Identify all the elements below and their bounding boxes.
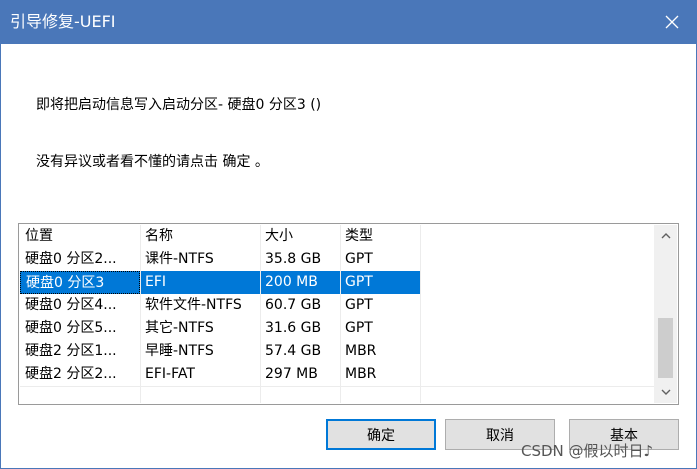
table-row[interactable]: 硬盘0 分区4... 软件文件-NTFS 60.7 GB GPT bbox=[20, 294, 654, 317]
partition-list-body: 位置 名称 大小 类型 硬盘0 分区2... 课件-NTFS 35.8 GB G… bbox=[20, 225, 654, 403]
cell-type: MBR bbox=[345, 343, 377, 359]
grid-line bbox=[140, 225, 141, 403]
message-line-2: 没有异议或者看不懂的请点击 确定 。 bbox=[36, 154, 269, 170]
list-header: 位置 名称 大小 类型 bbox=[20, 225, 654, 248]
cell-type: GPT bbox=[345, 320, 373, 336]
cell-type: GPT bbox=[345, 297, 373, 313]
column-header-size[interactable]: 大小 bbox=[260, 225, 340, 248]
cell-type: GPT bbox=[345, 251, 373, 267]
cell-size: 297 MB bbox=[265, 366, 318, 382]
cell-location: 硬盘0 分区2... bbox=[25, 251, 117, 267]
close-icon bbox=[665, 15, 679, 29]
cell-name: EFI-FAT bbox=[145, 366, 195, 382]
grid-line bbox=[340, 225, 341, 403]
close-button[interactable] bbox=[647, 0, 697, 44]
cell-name: 课件-NTFS bbox=[145, 251, 214, 267]
cell-location: 硬盘2 分区2... bbox=[25, 366, 117, 382]
cell-size: 200 MB bbox=[260, 271, 340, 294]
grid-line bbox=[20, 386, 654, 387]
window-title: 引导修复-UEFI bbox=[10, 12, 116, 31]
cell-type: GPT bbox=[340, 271, 420, 294]
grid-line bbox=[420, 225, 421, 403]
title-bar: 引导修复-UEFI bbox=[0, 0, 697, 44]
column-header-location[interactable]: 位置 bbox=[20, 225, 140, 248]
cell-size: 60.7 GB bbox=[265, 297, 322, 313]
column-header-type[interactable]: 类型 bbox=[340, 225, 420, 248]
cell-location: 硬盘0 分区3 bbox=[20, 271, 140, 294]
cell-type: MBR bbox=[345, 366, 377, 382]
cell-location: 硬盘0 分区4... bbox=[25, 297, 117, 313]
grid-line bbox=[260, 225, 261, 403]
cell-size: 31.6 GB bbox=[265, 320, 322, 336]
cell-location: 硬盘0 分区5... bbox=[25, 320, 117, 336]
watermark: CSDN @假以时日♪ bbox=[521, 442, 654, 460]
cell-name: 其它-NTFS bbox=[145, 320, 214, 336]
table-row[interactable]: 硬盘0 分区2... 课件-NTFS 35.8 GB GPT bbox=[20, 248, 654, 271]
column-header-name[interactable]: 名称 bbox=[140, 225, 260, 248]
cell-size: 35.8 GB bbox=[265, 251, 322, 267]
scroll-up-button[interactable] bbox=[654, 225, 677, 247]
chevron-down-icon bbox=[661, 389, 670, 395]
ok-button[interactable]: 确定 bbox=[326, 419, 436, 450]
cell-location: 硬盘2 分区1... bbox=[25, 343, 117, 359]
table-row[interactable]: 硬盘2 分区1... 早睡-NTFS 57.4 GB MBR bbox=[20, 340, 654, 363]
cell-name: EFI bbox=[140, 271, 260, 294]
cell-size: 57.4 GB bbox=[265, 343, 322, 359]
cell-name: 软件文件-NTFS bbox=[145, 297, 242, 313]
vertical-scrollbar[interactable] bbox=[654, 225, 677, 403]
partition-list[interactable]: 位置 名称 大小 类型 硬盘0 分区2... 课件-NTFS 35.8 GB G… bbox=[18, 223, 679, 405]
table-row[interactable]: 硬盘0 分区5... 其它-NTFS 31.6 GB GPT bbox=[20, 317, 654, 340]
scroll-down-button[interactable] bbox=[654, 381, 677, 403]
table-row[interactable]: 硬盘2 分区2... EFI-FAT 297 MB MBR bbox=[20, 363, 654, 386]
message-line-1: 即将把启动信息写入启动分区- 硬盘0 分区3 () bbox=[36, 97, 322, 113]
cell-name: 早睡-NTFS bbox=[145, 343, 214, 359]
table-row-selected[interactable]: 硬盘0 分区3 EFI 200 MB GPT bbox=[20, 271, 654, 294]
scrollbar-thumb[interactable] bbox=[658, 318, 673, 378]
chevron-up-icon bbox=[661, 233, 670, 239]
